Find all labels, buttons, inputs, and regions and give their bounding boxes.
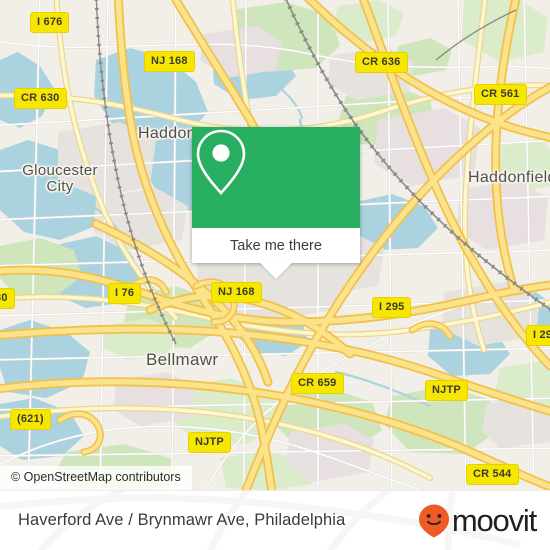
moovit-logo: moovit [417, 503, 537, 539]
road-shield: CR 636 [355, 52, 408, 73]
place-label-bellmawr: Bellmawr [146, 350, 219, 369]
road-shield: I 295 [526, 325, 550, 346]
footer-bar: Haverford Ave / Brynmawr Ave, Philadelph… [0, 490, 550, 550]
road-shield: CR 630 [14, 88, 67, 109]
road-shield: NJTP [425, 380, 468, 401]
road-shield: I 76 [108, 283, 142, 304]
road-shield: CR 561 [474, 84, 527, 105]
popup-action-label: Take me there [230, 237, 322, 254]
map-pin-icon [196, 129, 246, 195]
road-shield: I 676 [30, 12, 70, 33]
road-shield: NJ 168 [144, 51, 195, 72]
popup-pointer-tail [259, 262, 293, 279]
map-attribution[interactable]: © OpenStreetMap contributors [0, 466, 192, 490]
moovit-wordmark: moovit [451, 503, 537, 538]
moovit-smiley-pin-icon [418, 504, 449, 537]
road-shield: I 295 [372, 297, 412, 318]
footer-station-title: Haverford Ave / Brynmawr Ave, Philadelph… [18, 511, 346, 529]
popup-action[interactable]: Take me there [192, 228, 360, 263]
popup-header [192, 127, 360, 228]
road-shield: (621) [10, 409, 51, 430]
location-popup-card[interactable]: Take me there [192, 127, 360, 279]
road-shield: NJTP [188, 432, 231, 453]
place-label-haddon: Haddon [138, 125, 196, 142]
road-shield: CR 659 [291, 373, 344, 394]
map-canvas[interactable]: .water { fill:#aad3df; } .green { fill:#… [0, 0, 550, 490]
attribution-text: © OpenStreetMap contributors [11, 470, 181, 484]
road-shield: 30 [0, 288, 15, 309]
place-label-haddonfield: Haddonfield [468, 169, 550, 186]
place-label-gloucester-city: Gloucester City [22, 162, 98, 195]
road-shield: NJ 168 [211, 282, 262, 303]
road-shield: CR 544 [466, 464, 519, 485]
map-screenshot: .water { fill:#aad3df; } .green { fill:#… [0, 0, 550, 550]
